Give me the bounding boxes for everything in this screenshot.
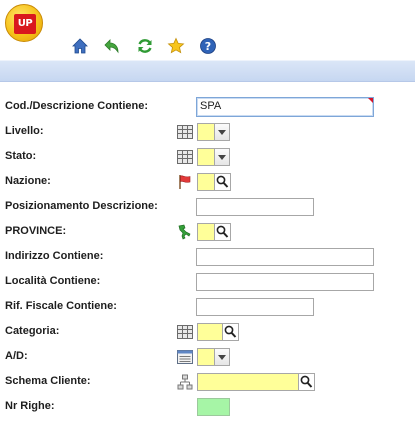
cod-descrizione-label: Cod./Descrizione Contiene: xyxy=(5,100,149,112)
required-marker xyxy=(368,98,373,103)
svg-text:?: ? xyxy=(205,40,211,53)
livello-label: Livello: xyxy=(5,125,44,137)
logo-label: UP xyxy=(14,14,36,34)
schema-cliente-search-button[interactable] xyxy=(299,373,315,391)
row-stato: Stato: xyxy=(0,147,415,169)
nazione-input[interactable] xyxy=(197,173,215,191)
schema-cliente-label: Schema Cliente: xyxy=(5,375,91,387)
chevron-down-icon xyxy=(218,355,226,360)
italy-map-icon xyxy=(178,224,191,240)
row-localita: Località Contiene: xyxy=(0,272,415,294)
ad-dropdown-button[interactable] xyxy=(215,348,230,366)
row-cod-descrizione: Cod./Descrizione Contiene: SPA xyxy=(0,97,415,119)
nazione-label: Nazione: xyxy=(5,175,51,187)
province-label: PROVINCE: xyxy=(5,225,67,237)
cod-descrizione-input[interactable]: SPA xyxy=(196,97,374,117)
chevron-down-icon xyxy=(218,155,226,160)
row-nazione: Nazione: xyxy=(0,172,415,194)
stato-dropdown-button[interactable] xyxy=(215,148,230,166)
posizionamento-input[interactable] xyxy=(196,198,314,216)
categoria-search-button[interactable] xyxy=(223,323,239,341)
search-icon xyxy=(224,325,237,338)
search-icon xyxy=(216,225,229,238)
livello-select[interactable] xyxy=(197,123,215,141)
rif-fiscale-label: Rif. Fiscale Contiene: xyxy=(5,300,117,312)
livello-dropdown-button[interactable] xyxy=(215,123,230,141)
app-logo[interactable]: UP xyxy=(5,4,43,42)
row-livello: Livello: xyxy=(0,122,415,144)
refresh-icon[interactable] xyxy=(136,37,154,55)
row-nr-righe: Nr Righe: xyxy=(0,397,415,419)
section-band xyxy=(0,60,415,82)
table-grid-icon xyxy=(177,325,193,339)
localita-label: Località Contiene: xyxy=(5,275,101,287)
indirizzo-input[interactable] xyxy=(196,248,374,266)
search-icon xyxy=(216,175,229,188)
row-ad: A/D: xyxy=(0,347,415,369)
ad-label: A/D: xyxy=(5,350,28,362)
back-arrow-icon[interactable] xyxy=(103,37,121,55)
home-icon[interactable] xyxy=(71,37,89,55)
province-search-button[interactable] xyxy=(215,223,231,241)
row-indirizzo: Indirizzo Contiene: xyxy=(0,247,415,269)
row-categoria: Categoria: xyxy=(0,322,415,344)
province-input[interactable] xyxy=(197,223,215,241)
flag-icon xyxy=(179,175,191,189)
schema-cliente-input[interactable] xyxy=(197,373,299,391)
help-icon[interactable]: ? xyxy=(199,37,217,55)
search-icon xyxy=(300,375,313,388)
nazione-search-button[interactable] xyxy=(215,173,231,191)
hierarchy-icon xyxy=(177,374,193,390)
rif-fiscale-input[interactable] xyxy=(196,298,314,316)
table-grid-icon xyxy=(177,125,193,139)
localita-input[interactable] xyxy=(196,273,374,291)
stato-label: Stato: xyxy=(5,150,37,162)
nr-righe-label: Nr Righe: xyxy=(5,400,55,412)
indirizzo-label: Indirizzo Contiene: xyxy=(5,250,104,262)
nr-righe-input[interactable] xyxy=(197,398,230,416)
table-grid-icon xyxy=(177,150,193,164)
ad-select[interactable] xyxy=(197,348,215,366)
posizionamento-label: Posizionamento Descrizione: xyxy=(5,200,158,212)
stato-select[interactable] xyxy=(197,148,215,166)
categoria-label: Categoria: xyxy=(5,325,60,337)
categoria-input[interactable] xyxy=(197,323,223,341)
row-posizionamento: Posizionamento Descrizione: xyxy=(0,197,415,219)
star-icon[interactable] xyxy=(167,37,185,55)
chevron-down-icon xyxy=(218,130,226,135)
row-schema-cliente: Schema Cliente: xyxy=(0,372,415,394)
row-rif-fiscale: Rif. Fiscale Contiene: xyxy=(0,297,415,319)
cod-descrizione-value: SPA xyxy=(200,100,222,112)
row-province: PROVINCE: xyxy=(0,222,415,244)
top-toolbar: UP ? xyxy=(0,0,415,60)
list-window-icon xyxy=(177,350,193,364)
